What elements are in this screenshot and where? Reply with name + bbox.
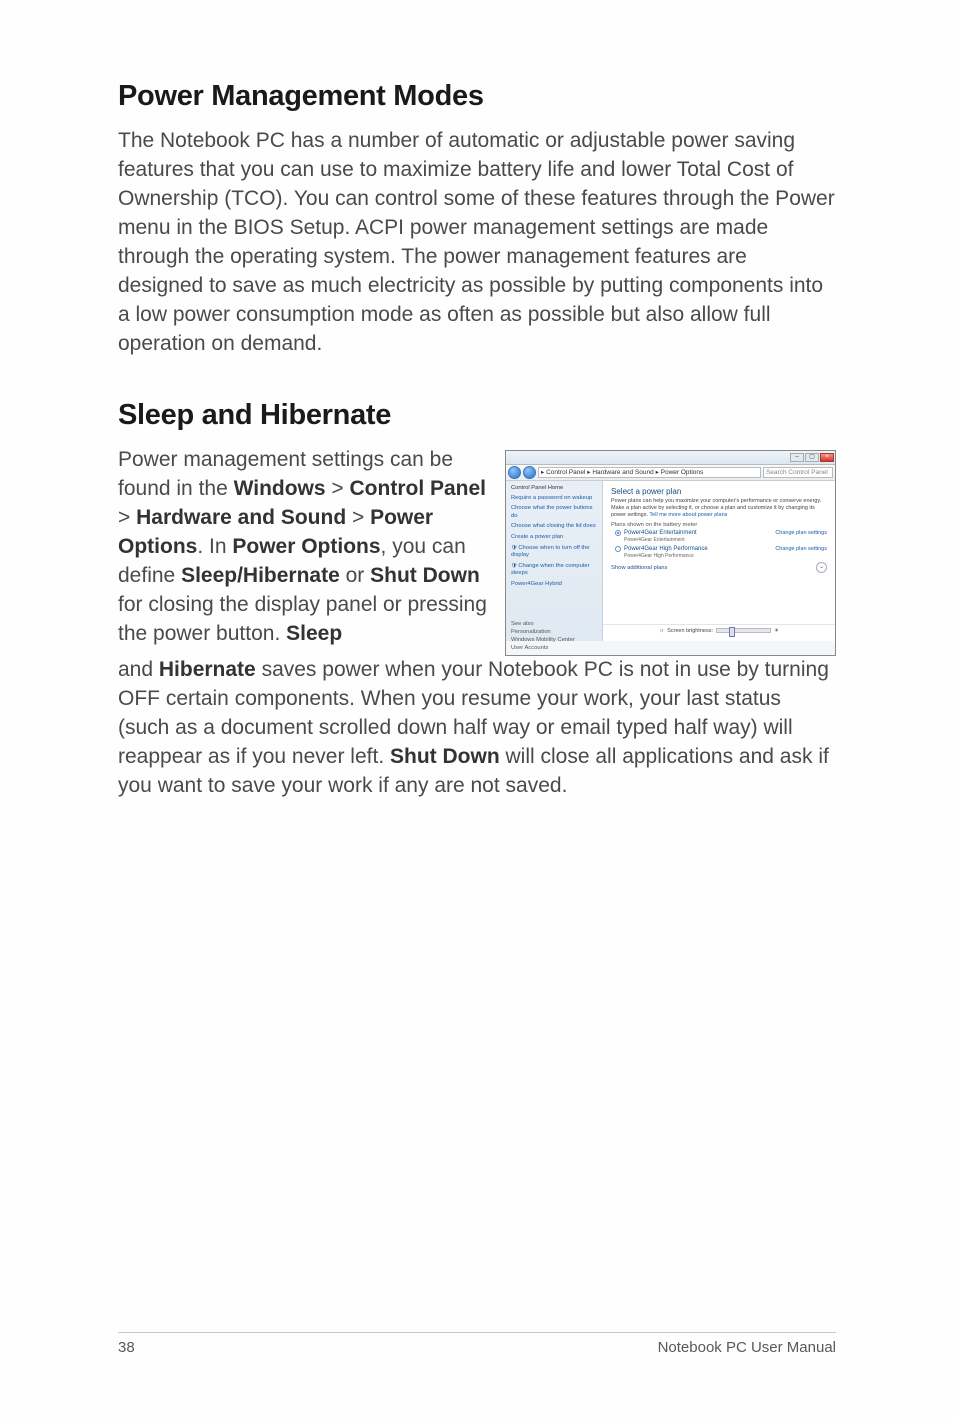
- brightness-slider[interactable]: [716, 628, 771, 633]
- back-button[interactable]: [508, 466, 521, 479]
- radio-entertainment[interactable]: [615, 530, 621, 536]
- see-also-personalization[interactable]: Personalization: [511, 629, 599, 635]
- sidebar-computer-sleeps[interactable]: Change when the computer sleeps: [511, 563, 597, 577]
- brightness-label: Screen brightness:: [667, 628, 713, 634]
- bold-shut-down-2: Shut Down: [390, 745, 500, 768]
- sidebar-home[interactable]: Control Panel Home: [511, 485, 597, 491]
- sidebar-create-plan[interactable]: Create a power plan: [511, 534, 597, 541]
- bold-hibernate: Hibernate: [159, 658, 256, 681]
- plan-highperf-row[interactable]: Power4Gear High Performance Change plan …: [611, 546, 827, 552]
- change-settings-link-2[interactable]: Change plan settings: [775, 546, 827, 552]
- show-additional-plans[interactable]: Show additional plans ⌄: [611, 562, 827, 573]
- radio-highperf[interactable]: [615, 546, 621, 552]
- sidebar-power4gear[interactable]: Power4Gear Hybrid: [511, 581, 597, 588]
- heading-power-management: Power Management Modes: [118, 80, 836, 113]
- sidebar: Control Panel Home Require a password on…: [506, 481, 603, 641]
- plan-entertainment-sub: Power4Gear Entertainment: [611, 537, 827, 543]
- plan-entertainment-row[interactable]: Power4Gear Entertainment Change plan set…: [611, 530, 827, 536]
- sleep-section-row: Power management settings can be found i…: [118, 446, 836, 656]
- text: >: [346, 506, 370, 529]
- plan-highperf-name: Power4Gear High Performance: [624, 546, 708, 552]
- page-footer: 38 Notebook PC User Manual: [118, 1332, 836, 1356]
- change-settings-link-1[interactable]: Change plan settings: [775, 530, 827, 536]
- brightness-row: ☼ Screen brightness: ☀: [603, 624, 835, 637]
- bold-control-panel: Control Panel: [350, 477, 487, 500]
- desc-link[interactable]: Tell me more about power plans: [649, 512, 727, 518]
- chevron-down-icon[interactable]: ⌄: [816, 562, 827, 573]
- control-panel-body: Control Panel Home Require a password on…: [506, 481, 835, 641]
- heading-sleep-hibernate: Sleep and Hibernate: [118, 399, 836, 432]
- see-also-label: See also: [511, 621, 599, 627]
- plan-highperf-sub: Power4Gear High Performance: [611, 553, 827, 559]
- window-titlebar: – ▢ ×: [506, 451, 835, 465]
- intro-paragraph: The Notebook PC has a number of automati…: [118, 127, 836, 359]
- manual-title: Notebook PC User Manual: [658, 1339, 836, 1356]
- bold-hardware-sound: Hardware and Sound: [136, 506, 346, 529]
- bold-sleep: Sleep: [286, 622, 342, 645]
- see-also-mobility[interactable]: Windows Mobility Center: [511, 637, 599, 643]
- plan-group-label: Plans shown on the battery meter: [611, 522, 827, 528]
- text: >: [118, 506, 136, 529]
- text: >: [326, 477, 350, 500]
- plan-entertainment-name: Power4Gear Entertainment: [624, 530, 697, 536]
- sleep-paragraph-left: Power management settings can be found i…: [118, 446, 487, 656]
- address-bar: ▸ Control Panel ▸ Hardware and Sound ▸ P…: [506, 465, 835, 481]
- bold-shut-down: Shut Down: [370, 564, 480, 587]
- text: and: [118, 658, 159, 681]
- main-description: Power plans can help you maximize your c…: [611, 498, 827, 519]
- sun-dim-icon: ☼: [659, 628, 664, 634]
- sidebar-turn-off-display[interactable]: Choose when to turn off the display: [511, 545, 597, 559]
- main-title: Select a power plan: [611, 487, 827, 496]
- show-add-label: Show additional plans: [611, 565, 667, 571]
- maximize-button[interactable]: ▢: [805, 453, 819, 462]
- page-number: 38: [118, 1339, 135, 1356]
- forward-button[interactable]: [523, 466, 536, 479]
- close-button[interactable]: ×: [820, 453, 834, 462]
- sun-bright-icon: ☀: [774, 628, 779, 634]
- bold-windows: Windows: [234, 477, 326, 500]
- text: or: [340, 564, 370, 587]
- power-options-screenshot: – ▢ × ▸ Control Panel ▸ Hardware and Sou…: [505, 450, 836, 656]
- sidebar-require-password[interactable]: Require a password on wakeup: [511, 495, 597, 502]
- sidebar-power-buttons[interactable]: Choose what the power buttons do: [511, 505, 597, 519]
- main-panel: Select a power plan Power plans can help…: [603, 481, 835, 641]
- continuation-paragraph: and Hibernate saves power when your Note…: [118, 656, 836, 801]
- search-input[interactable]: Search Control Panel: [763, 467, 833, 478]
- bold-power-options-2: Power Options: [232, 535, 380, 558]
- breadcrumb[interactable]: ▸ Control Panel ▸ Hardware and Sound ▸ P…: [538, 467, 761, 478]
- bold-sleep-hibernate: Sleep/Hibernate: [181, 564, 340, 587]
- text: . In: [197, 535, 232, 558]
- sidebar-closing-lid[interactable]: Choose what closing the lid does: [511, 523, 597, 530]
- see-also-user-accounts[interactable]: User Accounts: [511, 645, 599, 651]
- minimize-button[interactable]: –: [790, 453, 804, 462]
- sidebar-see-also: See also Personalization Windows Mobilit…: [511, 619, 599, 651]
